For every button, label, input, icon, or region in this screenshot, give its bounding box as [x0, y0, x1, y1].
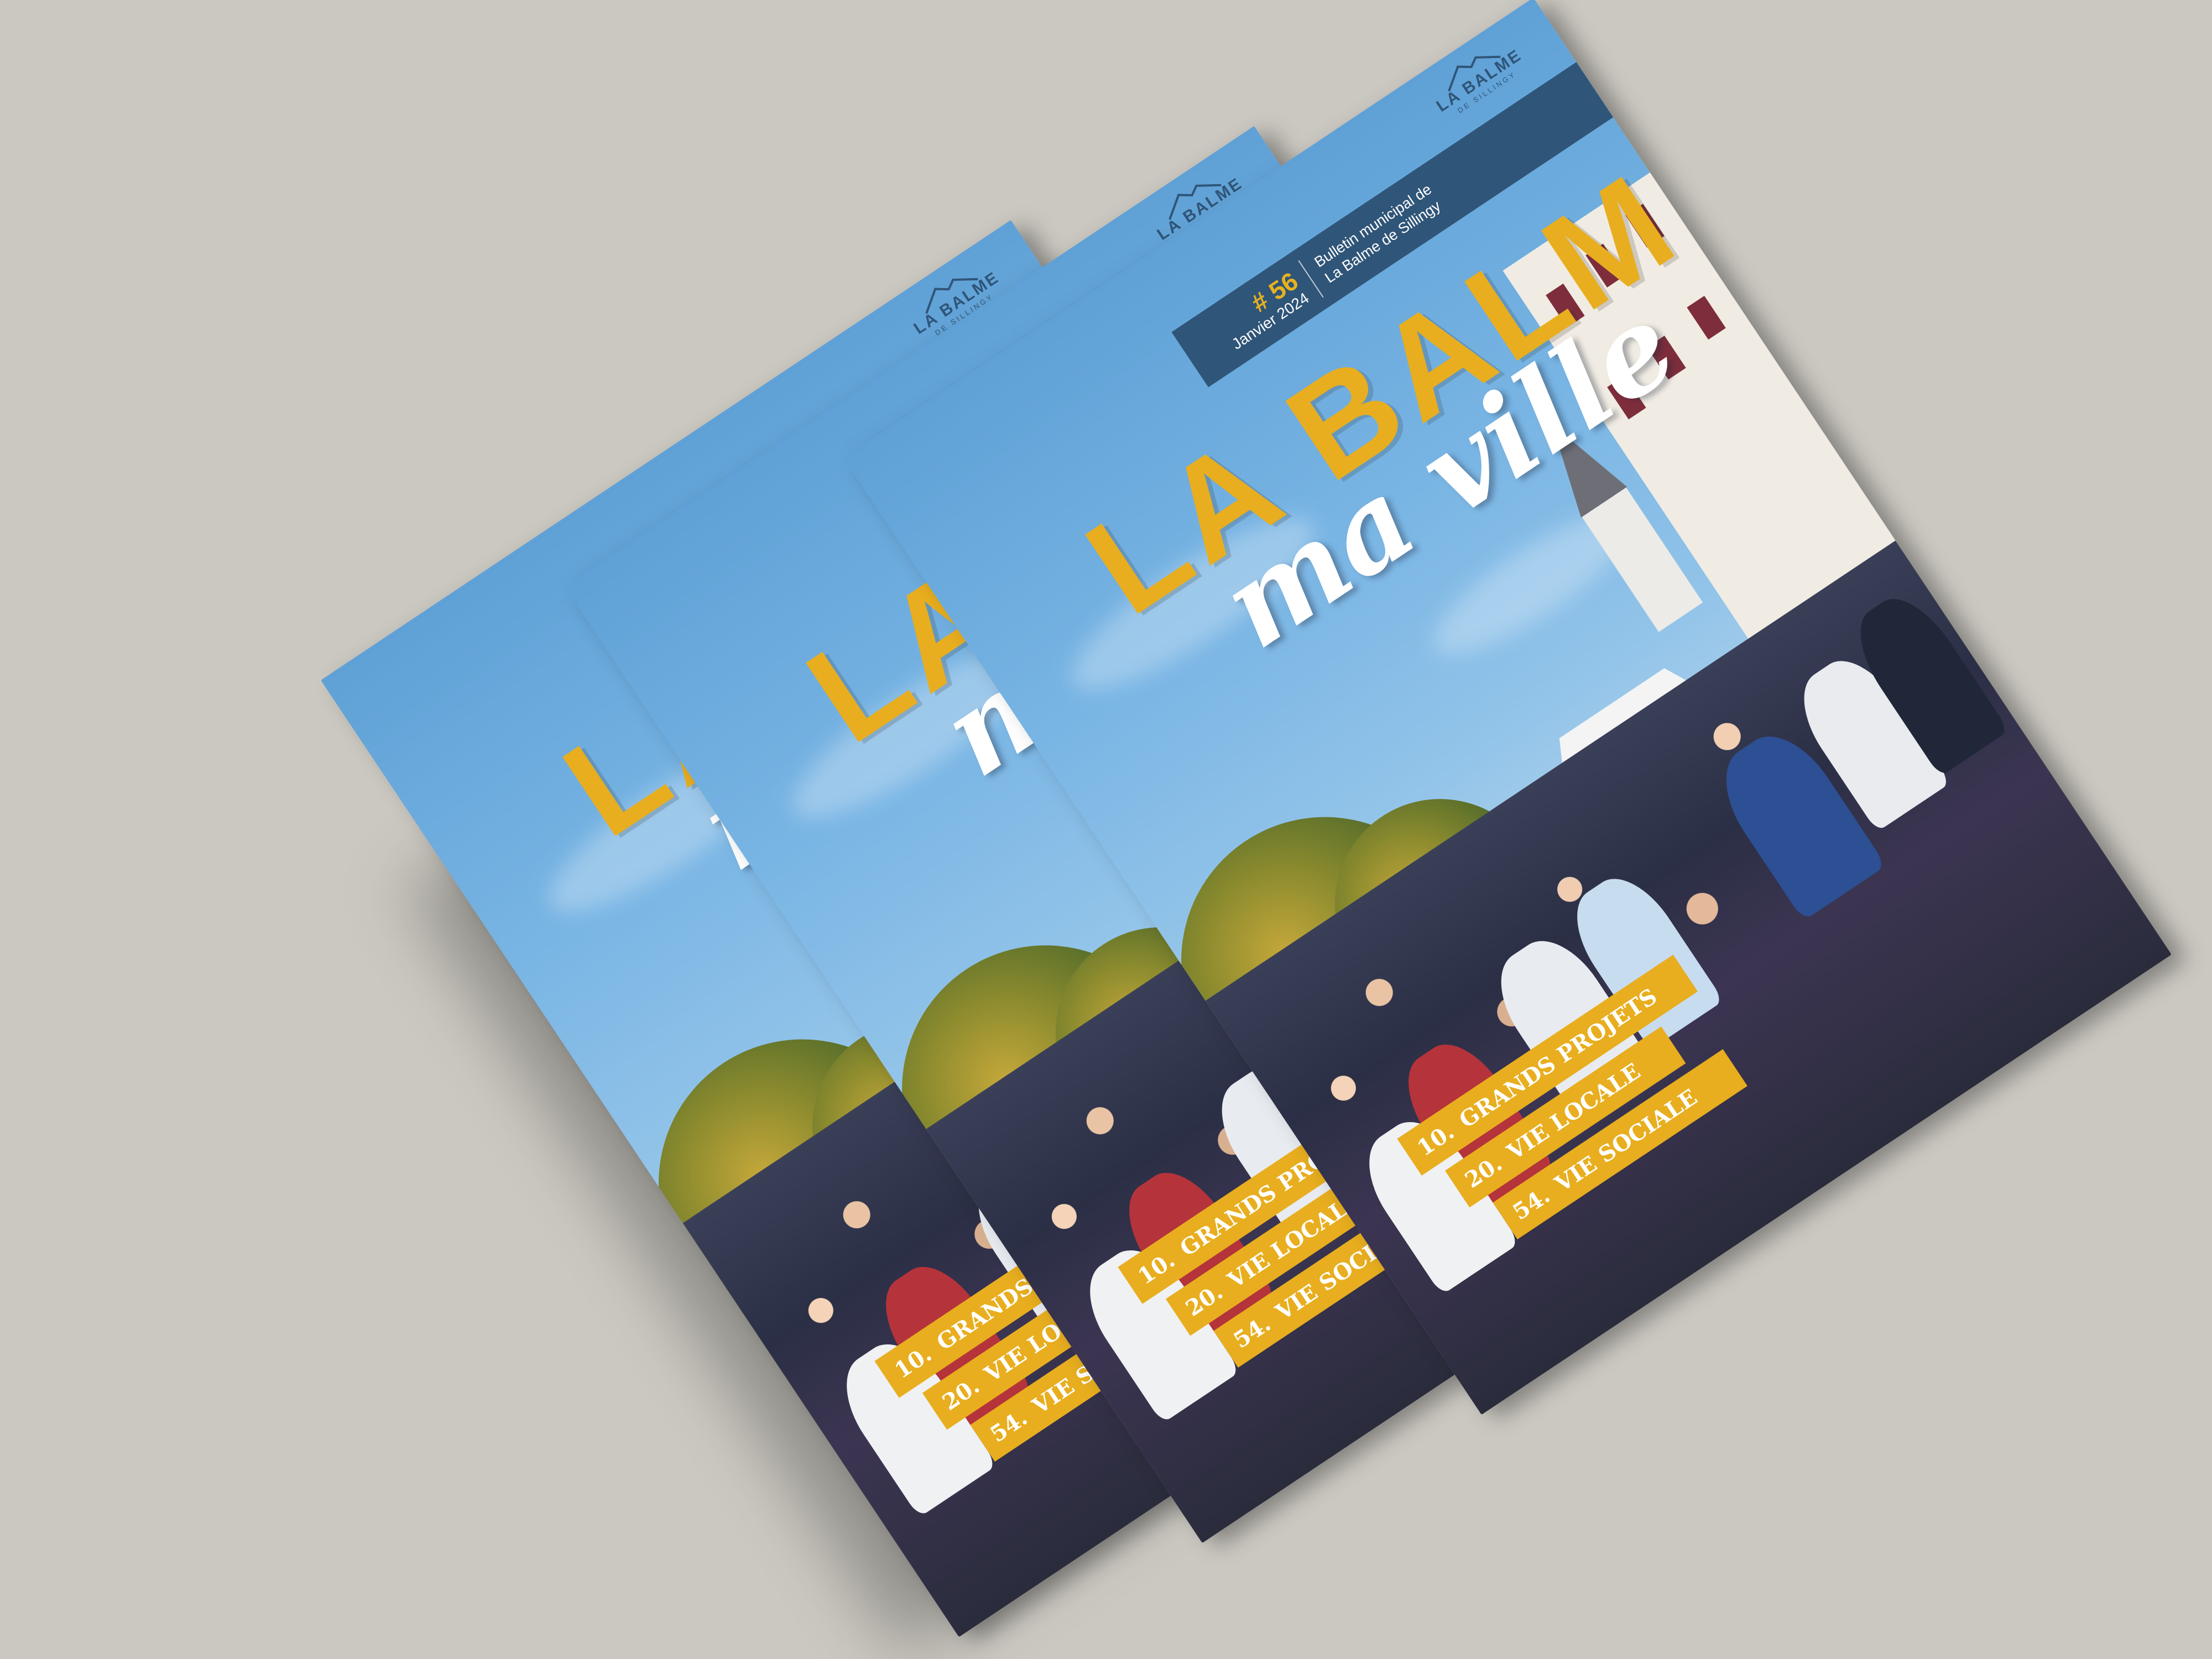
toc-page-number: 10. [1133, 1246, 1180, 1290]
toc-page-number: 20. [937, 1372, 984, 1416]
mockup-scene: # 56 Janvier 2024 Bulletin municipal de … [0, 0, 2212, 1659]
toc-page-number: 10. [889, 1340, 936, 1384]
toc-page-number: 20. [1460, 1150, 1507, 1193]
toc-page-number: 54. [985, 1404, 1032, 1448]
toc-page-number: 10. [1412, 1118, 1459, 1161]
toc-page-number: 54. [1228, 1310, 1275, 1354]
shutter-window [1687, 295, 1726, 340]
toc-page-number: 54. [1507, 1182, 1554, 1225]
toc-page-number: 20. [1181, 1278, 1228, 1322]
